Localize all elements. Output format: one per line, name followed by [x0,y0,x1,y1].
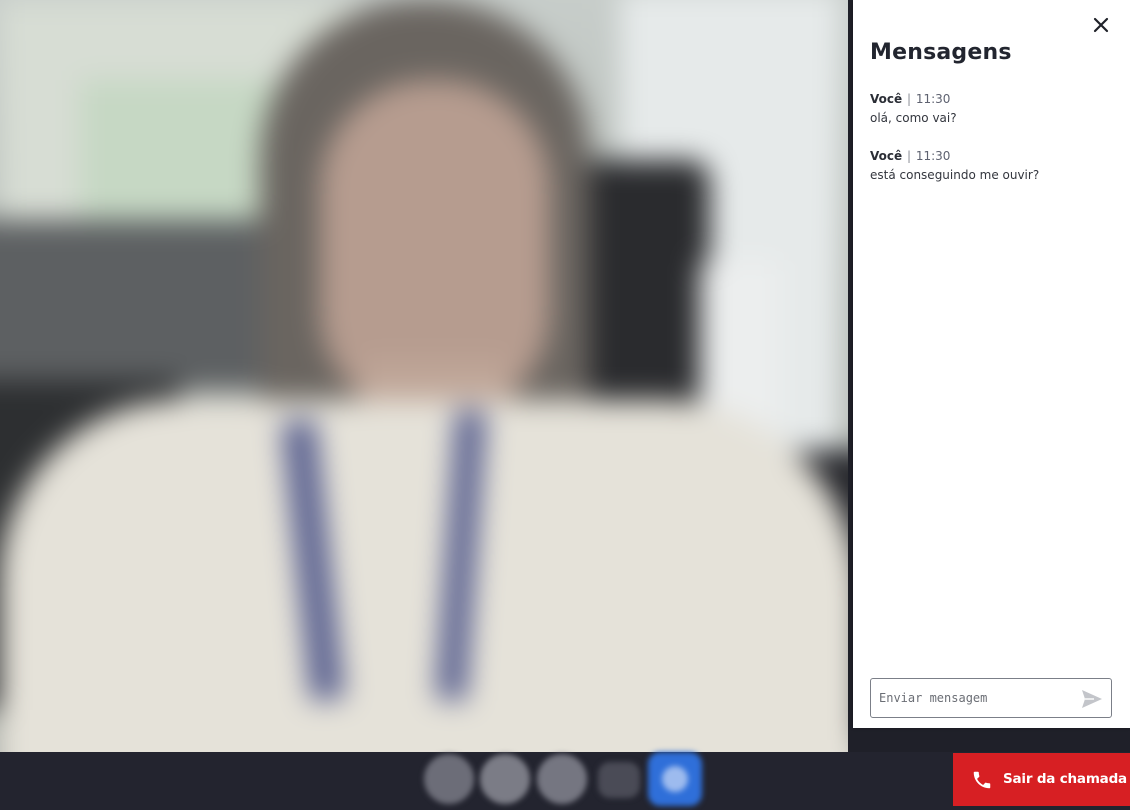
chat-panel: Mensagens Você | 11:30 olá, como vai? Vo… [853,0,1130,728]
message-author: Você [870,149,903,163]
message-composer [870,678,1112,718]
message-meta: Você | 11:30 [870,90,1120,109]
phone-icon [973,771,991,789]
video-call-screen: Mensagens Você | 11:30 olá, como vai? Vo… [0,0,1130,810]
send-icon [1082,690,1102,708]
message-author: Você [870,92,903,106]
chat-message: Você | 11:30 olá, como vai? [870,90,1120,128]
message-text: está conseguindo me ouvir? [870,168,1040,182]
message-time: 11:30 [915,92,951,106]
message-text: olá, como vai? [870,111,957,125]
control-button[interactable] [424,754,474,804]
participant-video [0,0,848,752]
chat-toggle-icon [662,766,688,792]
chat-toggle-button[interactable] [648,752,702,806]
control-button[interactable] [598,762,640,798]
message-time: 11:30 [915,149,951,163]
leave-call-label: Sair da chamada [1003,771,1127,787]
chat-title: Mensagens [870,40,1012,65]
close-chat-button[interactable] [1090,14,1112,36]
chat-message: Você | 11:30 está conseguindo me ouvir? [870,147,1120,185]
control-button[interactable] [537,754,587,804]
message-list: Você | 11:30 olá, como vai? Você | 11:30… [870,90,1120,204]
send-message-button[interactable] [1080,688,1104,710]
message-separator: | [906,149,912,163]
message-separator: | [906,92,912,106]
close-icon [1093,17,1109,33]
message-input[interactable] [879,688,1069,708]
leave-call-button[interactable]: Sair da chamada [953,753,1130,806]
message-meta: Você | 11:30 [870,147,1120,166]
video-frame-image [0,0,848,752]
control-button[interactable] [480,754,530,804]
